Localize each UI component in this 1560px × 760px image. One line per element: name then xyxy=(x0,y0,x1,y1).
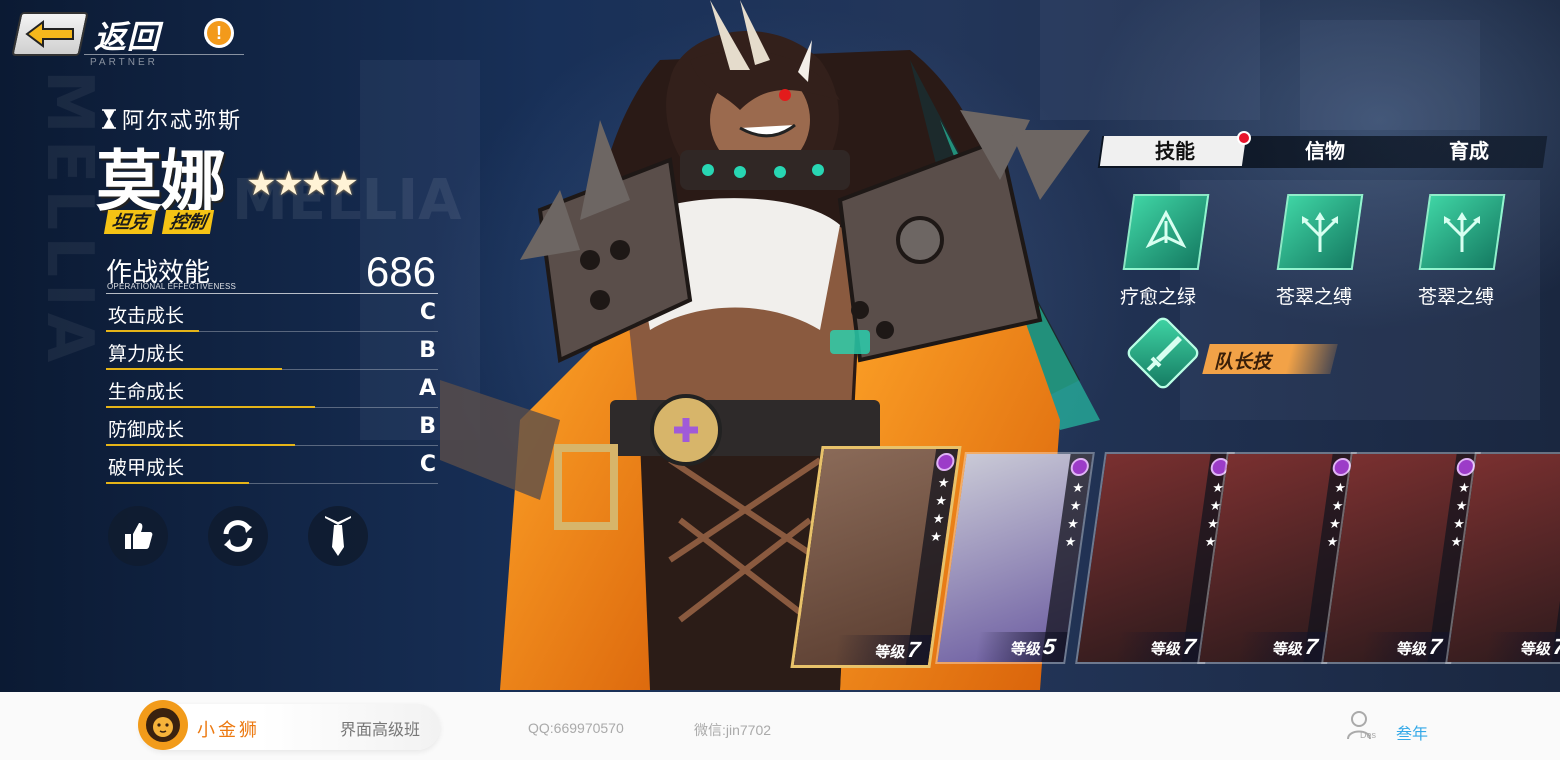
stat-grade: A xyxy=(418,376,436,401)
leader-skill-label: 队长技 xyxy=(1214,352,1272,373)
star-icon: ★ xyxy=(929,529,943,544)
card-level-label: 等级 xyxy=(1271,641,1305,658)
card-level-label: 等级 xyxy=(1395,641,1429,658)
rarity-stars: ★★★★ xyxy=(246,165,359,203)
hourglass-icon xyxy=(102,109,116,129)
sword-icon xyxy=(1146,336,1182,372)
notification-dot xyxy=(1237,131,1251,145)
back-button[interactable] xyxy=(11,12,89,56)
skill-3-button[interactable] xyxy=(1418,194,1506,270)
stat-row: 攻击成长 C xyxy=(106,296,438,332)
header-divider xyxy=(84,54,244,55)
stat-fill xyxy=(106,406,316,408)
card-level-value: 7 xyxy=(1303,634,1320,659)
card-level-label: 等级 xyxy=(1149,641,1183,658)
tab-tokens[interactable]: 信物 xyxy=(1254,136,1396,168)
stat-label: 破甲成长 xyxy=(108,458,185,479)
card-level-value: 7 xyxy=(1427,634,1444,659)
triple-arrow-icon xyxy=(1444,212,1480,252)
power-value: 686 xyxy=(365,248,436,295)
card-level: 等级7 xyxy=(1447,632,1560,662)
outfit-button[interactable] xyxy=(308,506,368,566)
card-level: 等级5 xyxy=(937,632,1068,662)
like-button[interactable] xyxy=(108,506,168,566)
card-level-label: 等级 xyxy=(1009,641,1043,658)
stat-label: 攻击成长 xyxy=(108,306,185,327)
card-level: 等级7 xyxy=(793,635,933,665)
skill-2-label: 苍翠之缚 xyxy=(1275,287,1352,308)
card-level-value: 7 xyxy=(905,637,922,662)
brand-course: 界面高级班 xyxy=(340,722,421,739)
star-icon: ★ xyxy=(1063,534,1078,549)
stat-fill xyxy=(106,444,296,446)
stat-fill xyxy=(106,482,249,484)
power-sublabel: OPERATIONAL EFFECTIVENESS xyxy=(107,282,237,291)
footer-bar: 小金狮 界面高级班 QQ:669970570 微信:jin7702 Des 叁年 xyxy=(0,692,1560,760)
skill-2-button[interactable] xyxy=(1276,194,1364,270)
back-arrow-icon xyxy=(25,20,74,48)
necktie-icon xyxy=(325,516,351,556)
power-divider xyxy=(106,293,438,294)
stat-fill xyxy=(106,368,282,370)
card-level-label: 等级 xyxy=(1519,641,1553,658)
card-level-value: 5 xyxy=(1041,634,1058,659)
arrow-up-icon xyxy=(1145,209,1187,249)
game-screen: MELLIA 返回 PARTNER ! 阿尔忒弥斯 MELLIA 莫娜 ★★★★… xyxy=(0,0,1560,692)
role-tag-tank: 坦克 xyxy=(103,210,157,234)
card-level: 等级7 xyxy=(1323,632,1454,662)
star-icon: ★ xyxy=(1066,516,1080,531)
tab-training[interactable]: 育成 xyxy=(1398,136,1540,168)
brand-name: 小金狮 xyxy=(197,720,260,740)
stat-grade: B xyxy=(419,338,436,363)
skill-3-label: 苍翠之缚 xyxy=(1417,287,1494,308)
stat-label: 防御成长 xyxy=(108,420,185,441)
card-level: 等级7 xyxy=(1077,632,1208,662)
stat-row: 防御成长 B xyxy=(106,410,438,446)
card-level: 等级7 xyxy=(1199,632,1330,662)
card-level-value: 7 xyxy=(1181,634,1198,659)
lion-logo xyxy=(138,700,188,750)
star-icon: ★ xyxy=(1071,480,1085,495)
header-subtitle: PARTNER xyxy=(90,57,158,68)
refresh-icon xyxy=(223,520,253,552)
card-level-value: 7 xyxy=(1551,634,1560,659)
stat-row: 破甲成长 C xyxy=(106,448,438,484)
star-icon: ★ xyxy=(931,511,946,526)
stat-label: 生命成长 xyxy=(108,382,185,403)
stat-grade: B xyxy=(419,414,436,439)
star-icon: ★ xyxy=(936,475,951,490)
skill-1-button[interactable] xyxy=(1122,194,1210,270)
info-icon[interactable]: ! xyxy=(204,18,234,48)
back-label[interactable]: 返回 xyxy=(94,12,160,58)
wechat-contact: 微信:jin7702 xyxy=(694,722,772,738)
tab-skills[interactable]: 技能 xyxy=(1104,136,1246,168)
refresh-button[interactable] xyxy=(208,506,268,566)
triple-arrow-icon xyxy=(1302,212,1338,252)
stat-fill xyxy=(106,330,199,332)
stat-label: 算力成长 xyxy=(108,344,185,365)
user-sublabel: Des xyxy=(1360,730,1377,740)
star-icon: ★ xyxy=(1068,498,1083,513)
stat-grade: C xyxy=(419,300,436,325)
stat-row: 算力成长 B xyxy=(106,334,438,370)
role-tag-control: 控制 xyxy=(161,210,215,234)
card-level-label: 等级 xyxy=(874,644,907,661)
skill-1-label: 疗愈之绿 xyxy=(1119,287,1196,308)
stat-row: 生命成长 A xyxy=(106,372,438,408)
thumbs-up-icon xyxy=(125,523,153,549)
qq-contact: QQ:669970570 xyxy=(528,720,624,736)
star-icon: ★ xyxy=(934,493,948,508)
user-name: 叁年 xyxy=(1396,726,1429,743)
stat-grade: C xyxy=(419,452,436,477)
